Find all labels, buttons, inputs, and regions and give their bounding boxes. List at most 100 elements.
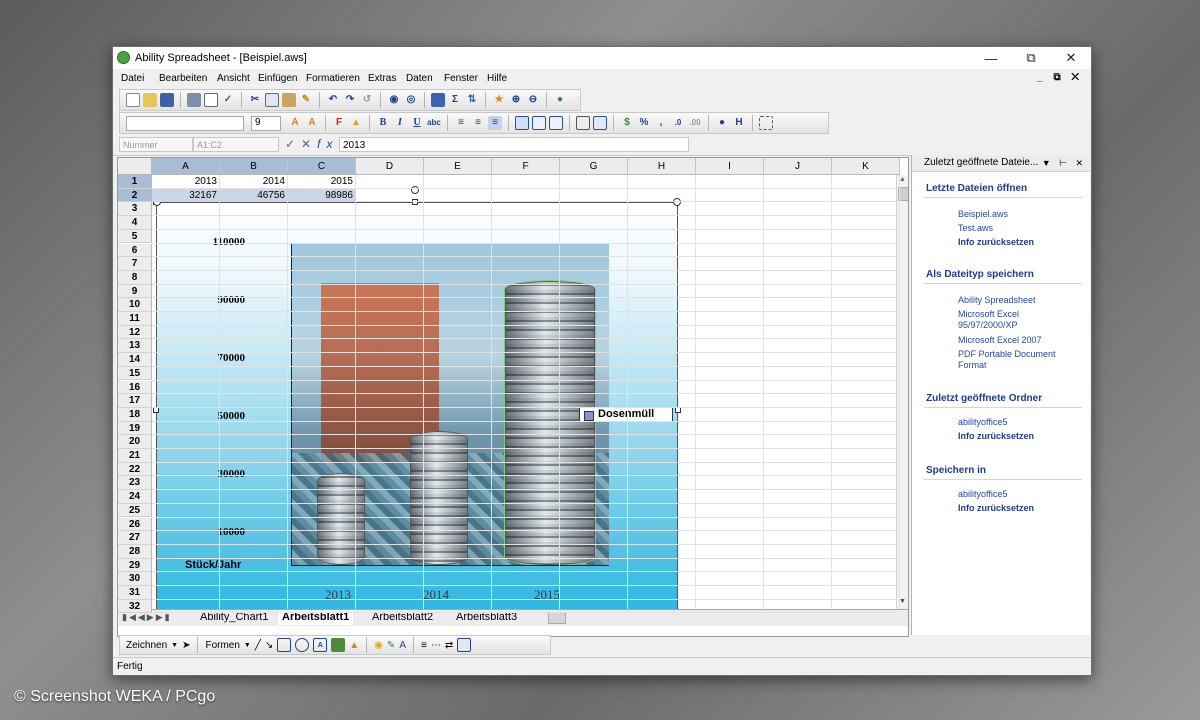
font-size-select[interactable]: 9	[251, 115, 281, 131]
cell-a1[interactable]: 2013	[152, 175, 220, 189]
horizontal-scroll-thumb[interactable]	[548, 612, 566, 624]
column-header-f[interactable]: F	[492, 158, 560, 175]
row-header[interactable]: 7	[118, 257, 152, 271]
cell-c1[interactable]: 2015	[288, 175, 356, 189]
restore-button[interactable]: ⧉	[1011, 47, 1051, 69]
column-header-e[interactable]: E	[424, 158, 492, 175]
link-beispiel-aws[interactable]: Beispiel.aws	[958, 209, 1082, 220]
rectangle-icon[interactable]	[277, 638, 292, 652]
currency-icon[interactable]: $	[620, 116, 634, 130]
save-icon[interactable]	[160, 93, 174, 107]
column-header-j[interactable]: J	[764, 158, 832, 175]
picture-icon[interactable]	[331, 638, 346, 652]
chart-object[interactable]: 110000 90000 70000 50000 30000 10000 Stü…	[156, 202, 678, 616]
link-excel-2007[interactable]: Microsoft Excel 2007	[958, 335, 1082, 346]
column-header-g[interactable]: G	[560, 158, 628, 175]
cut-icon[interactable]: ✂	[248, 93, 262, 107]
arrow-style-icon[interactable]: ⇄	[445, 640, 453, 651]
shrink-font-icon[interactable]: A	[305, 116, 319, 130]
link-excel-95[interactable]: Microsoft Excel 95/97/2000/XP	[958, 309, 1036, 331]
insert-function-icon[interactable]	[431, 93, 445, 107]
repeat-icon[interactable]: ↺	[360, 93, 374, 107]
percent-button[interactable]: %	[637, 116, 651, 130]
column-width-button[interactable]: H	[732, 116, 746, 130]
copy-icon[interactable]	[265, 93, 279, 107]
link-pdf[interactable]: PDF Portable Document Format	[958, 349, 1068, 371]
name-box[interactable]: Nummer	[119, 137, 193, 152]
menu-ansicht[interactable]: Ansicht	[217, 73, 250, 84]
row-header[interactable]: 1	[118, 175, 152, 189]
row-header[interactable]: 10	[118, 298, 152, 312]
row-header[interactable]: 16	[118, 380, 152, 395]
line-icon[interactable]: ╱	[255, 640, 261, 651]
link-test-aws[interactable]: Test.aws	[958, 223, 1082, 234]
fill-color-icon[interactable]: ▲	[349, 116, 363, 130]
row-header[interactable]: 18	[118, 407, 152, 422]
line-color-icon[interactable]: ✎	[387, 640, 395, 651]
bold-button[interactable]: B	[376, 116, 390, 130]
shadow-icon[interactable]	[457, 638, 472, 652]
print-preview-icon[interactable]	[204, 93, 218, 107]
row-header[interactable]: 21	[118, 449, 152, 463]
minimize-button[interactable]: —	[971, 47, 1011, 69]
resize-handle[interactable]	[675, 407, 681, 413]
draw-menu[interactable]: Zeichnen	[126, 640, 167, 651]
zoom-in-icon[interactable]: ⊕	[509, 93, 523, 107]
replace-icon[interactable]: ◎	[404, 93, 418, 107]
row-header[interactable]: 5	[118, 229, 152, 244]
spellcheck-icon[interactable]: ✓	[221, 93, 235, 107]
grow-font-icon[interactable]: A	[288, 116, 302, 130]
row-header[interactable]: 19	[118, 421, 152, 436]
row-header[interactable]: 28	[118, 544, 152, 559]
web-link-icon[interactable]: ●	[553, 93, 567, 107]
valign-middle-icon[interactable]	[532, 116, 546, 130]
spreadsheet-grid[interactable]: 110000 90000 70000 50000 30000 10000 Stü…	[117, 157, 909, 637]
vertical-scrollbar[interactable]: ▲ ▼	[896, 175, 908, 609]
row-header[interactable]: 14	[118, 353, 152, 367]
link-abilityoffice5[interactable]: abilityoffice5	[958, 417, 1082, 428]
chart-wizard-icon[interactable]: ★	[492, 93, 506, 107]
paste-icon[interactable]	[282, 93, 296, 107]
close-button[interactable]: ✕	[1051, 47, 1091, 69]
align-left-icon[interactable]: ≡	[454, 116, 468, 130]
italic-button[interactable]: I	[393, 116, 407, 130]
select-pointer-icon[interactable]: ➤	[182, 640, 190, 651]
align-center-icon[interactable]: ≡	[471, 116, 485, 130]
column-header-h[interactable]: H	[628, 158, 696, 175]
cell-a2[interactable]: 32167	[152, 188, 220, 203]
row-header[interactable]: 12	[118, 325, 152, 340]
row-header[interactable]: 22	[118, 462, 152, 477]
chart-bar-2014[interactable]	[410, 431, 468, 565]
cell-reference-box[interactable]: A1:C2	[193, 137, 279, 152]
increase-decimal-icon[interactable]: .0	[671, 116, 685, 130]
row-header[interactable]: 32	[118, 599, 152, 614]
row-header[interactable]: 4	[118, 216, 152, 230]
dash-style-icon[interactable]: ⋯	[431, 640, 441, 651]
row-header[interactable]: 17	[118, 394, 152, 408]
wordart-icon[interactable]: ▲	[349, 640, 359, 651]
valign-bottom-icon[interactable]	[549, 116, 563, 130]
task-panel-controls[interactable]: ▼ ⊢ ✕	[1042, 155, 1086, 171]
align-right-icon[interactable]: ≡	[488, 116, 502, 130]
column-header-b[interactable]: B	[220, 158, 288, 175]
select-all-corner[interactable]	[118, 158, 152, 175]
menu-fenster[interactable]: Fenster	[444, 73, 478, 84]
mdi-window-controls[interactable]: _ ⧉ ✕	[1037, 72, 1083, 83]
wrap-text-icon[interactable]	[593, 116, 607, 130]
text-color-icon[interactable]: A	[399, 640, 406, 651]
row-header[interactable]: 27	[118, 531, 152, 545]
row-header[interactable]: 20	[118, 435, 152, 449]
reset-recent-folders[interactable]: Info zurücksetzen	[958, 431, 1082, 442]
undo-icon[interactable]: ↶	[326, 93, 340, 107]
row-header[interactable]: 31	[118, 586, 152, 600]
column-header-d[interactable]: D	[356, 158, 424, 175]
borders-icon[interactable]	[759, 116, 773, 130]
new-file-icon[interactable]	[126, 93, 140, 107]
column-header-k[interactable]: K	[832, 158, 900, 175]
menu-hilfe[interactable]: Hilfe	[487, 73, 507, 84]
fill-color-icon[interactable]: ◉	[374, 640, 383, 651]
menu-datei[interactable]: Datei	[121, 73, 144, 84]
row-header[interactable]: 29	[118, 558, 152, 573]
chart-bar-2013[interactable]	[317, 473, 365, 565]
find-icon[interactable]: ◉	[387, 93, 401, 107]
